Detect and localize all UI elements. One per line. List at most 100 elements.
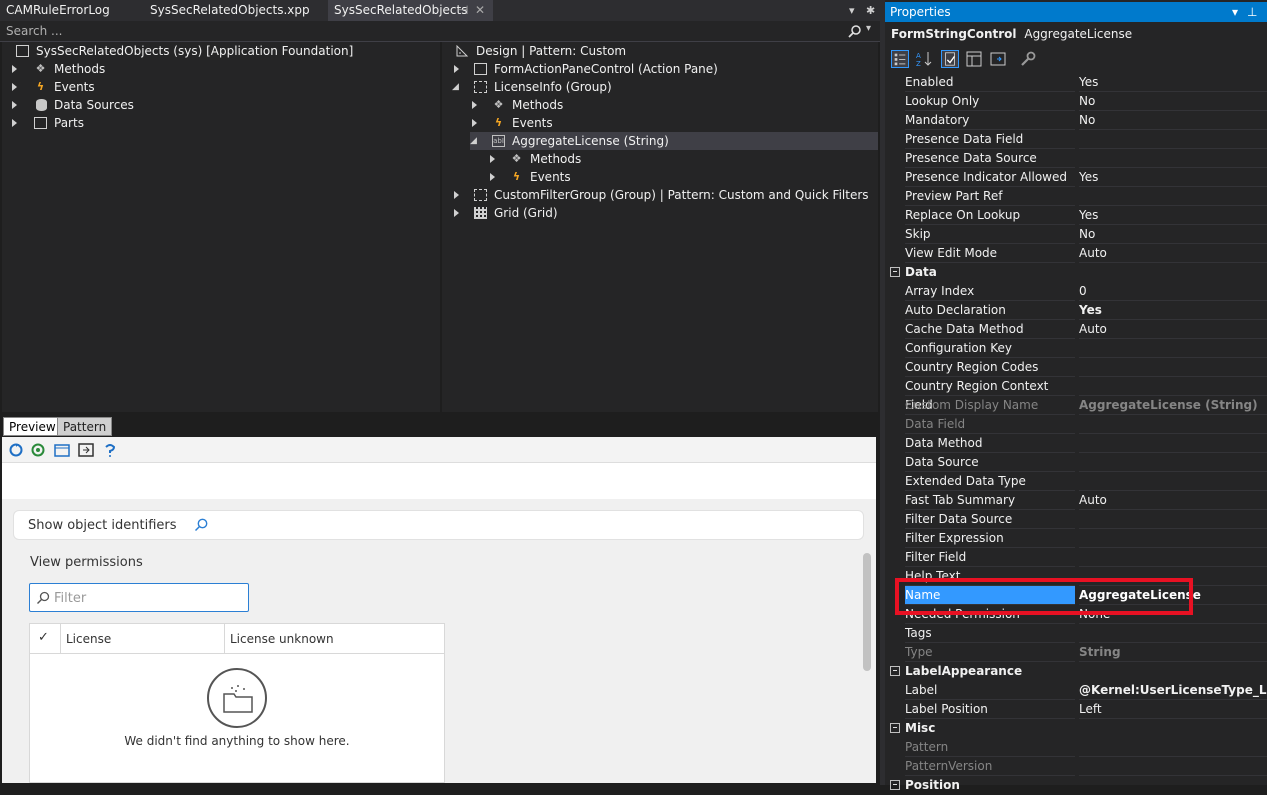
category-labelappearance[interactable]: LabelAppearance bbox=[889, 662, 1267, 681]
property-row[interactable]: Country Region Codes bbox=[889, 358, 1267, 377]
property-row[interactable]: Label@Kernel:UserLicenseType_Label bbox=[889, 681, 1267, 700]
property-value[interactable] bbox=[1079, 187, 1267, 206]
property-value[interactable] bbox=[1079, 130, 1267, 149]
category-data[interactable]: Data bbox=[889, 263, 1267, 282]
property-row[interactable]: Filter Expression bbox=[889, 529, 1267, 548]
help-icon[interactable] bbox=[102, 443, 118, 457]
solution-search-bar[interactable]: Search ... ▾ bbox=[0, 21, 880, 42]
tab-pattern[interactable]: Pattern bbox=[57, 417, 113, 436]
property-value[interactable] bbox=[1079, 738, 1267, 757]
search-icon[interactable] bbox=[194, 518, 208, 532]
dropdown-icon[interactable]: ▾ bbox=[1232, 2, 1238, 22]
property-value[interactable]: Auto bbox=[1079, 491, 1267, 510]
tab-preview[interactable]: Preview bbox=[3, 417, 62, 436]
property-value[interactable]: No bbox=[1079, 92, 1267, 111]
property-value[interactable] bbox=[1079, 339, 1267, 358]
property-row[interactable]: Presence Data Source bbox=[889, 149, 1267, 168]
expand-icon[interactable] bbox=[10, 96, 20, 114]
pin-icon[interactable]: ⊥ bbox=[1247, 2, 1257, 22]
property-row[interactable]: Type String bbox=[889, 643, 1267, 662]
property-row[interactable]: Tags bbox=[889, 624, 1267, 643]
property-value[interactable] bbox=[1079, 358, 1267, 377]
property-row[interactable]: Auto Declaration Yes bbox=[889, 301, 1267, 320]
tree-node-actionpane[interactable]: FormActionPaneControl (Action Pane) bbox=[452, 60, 872, 78]
vertical-scrollbar[interactable] bbox=[863, 553, 871, 671]
refresh-icon[interactable] bbox=[8, 443, 24, 457]
property-row[interactable]: Configuration Key bbox=[889, 339, 1267, 358]
export-icon[interactable] bbox=[78, 443, 94, 457]
property-row[interactable]: Array Index 0 bbox=[889, 282, 1267, 301]
property-value[interactable]: No bbox=[1079, 225, 1267, 244]
close-icon[interactable]: ✕ bbox=[475, 0, 485, 21]
property-row[interactable]: Filter Data Source bbox=[889, 510, 1267, 529]
property-row[interactable]: Preview Part Ref bbox=[889, 187, 1267, 206]
search-icon[interactable] bbox=[848, 25, 861, 38]
property-value[interactable]: 0 bbox=[1079, 282, 1267, 301]
property-value[interactable]: String bbox=[1079, 643, 1267, 662]
tree-node-licenseinfo[interactable]: ◢ LicenseInfo (Group) bbox=[452, 78, 872, 96]
property-value[interactable] bbox=[1079, 510, 1267, 529]
property-row[interactable]: Label Position Left bbox=[889, 700, 1267, 719]
property-value[interactable] bbox=[1079, 415, 1267, 434]
settings-icon[interactable]: ✱ bbox=[866, 0, 875, 21]
collapse-icon[interactable]: ◢ bbox=[470, 132, 477, 150]
property-value[interactable]: @Kernel:UserLicenseType_Label bbox=[1079, 681, 1267, 700]
collapse-icon[interactable] bbox=[890, 666, 900, 676]
expand-icon[interactable] bbox=[10, 78, 20, 96]
expand-icon[interactable] bbox=[488, 168, 498, 186]
property-value[interactable]: No bbox=[1079, 111, 1267, 130]
column-header-license[interactable]: License bbox=[66, 632, 111, 646]
property-row[interactable]: Data Field bbox=[889, 415, 1267, 434]
tab-dropdown-icon[interactable]: ▾ bbox=[849, 0, 855, 21]
property-row[interactable]: Lookup Only No bbox=[889, 92, 1267, 111]
column-header-license-unknown[interactable]: License unknown bbox=[230, 632, 334, 646]
property-pages-icon[interactable] bbox=[989, 50, 1007, 68]
sync-icon[interactable] bbox=[30, 443, 46, 457]
property-row[interactable]: Filter Field bbox=[889, 548, 1267, 567]
expand-icon[interactable] bbox=[10, 114, 20, 132]
expand-icon[interactable] bbox=[10, 60, 20, 78]
filter-input[interactable]: Filter bbox=[29, 583, 249, 612]
property-row[interactable]: Cache Data Method Auto bbox=[889, 320, 1267, 339]
property-value[interactable] bbox=[1079, 149, 1267, 168]
property-row[interactable]: Fast Tab Summary Auto bbox=[889, 491, 1267, 510]
property-row[interactable]: Replace On Lookup Yes bbox=[889, 206, 1267, 225]
sort-alphabetical-icon[interactable]: AZ bbox=[915, 50, 933, 68]
collapse-icon[interactable] bbox=[890, 780, 900, 790]
category-position[interactable]: Position bbox=[889, 776, 1267, 795]
expand-icon[interactable] bbox=[452, 186, 462, 204]
property-value[interactable]: Yes bbox=[1079, 73, 1267, 92]
property-value[interactable] bbox=[1079, 453, 1267, 472]
expand-icon[interactable] bbox=[452, 204, 462, 222]
property-row[interactable]: Presence Data Field bbox=[889, 130, 1267, 149]
property-value[interactable] bbox=[1079, 472, 1267, 491]
property-value[interactable] bbox=[1079, 548, 1267, 567]
property-value[interactable]: Yes bbox=[1079, 206, 1267, 225]
property-value[interactable]: AggregateLicense (String) bbox=[1079, 396, 1267, 415]
property-value[interactable]: Auto bbox=[1079, 244, 1267, 263]
search-input[interactable]: Search ... bbox=[6, 24, 62, 38]
property-value[interactable] bbox=[1079, 377, 1267, 396]
search-options-icon[interactable]: ▾ bbox=[866, 23, 871, 34]
property-value[interactable] bbox=[1079, 624, 1267, 643]
pin-icon[interactable]: ⊣ bbox=[458, 0, 468, 21]
property-row[interactable]: Data Source bbox=[889, 453, 1267, 472]
property-value[interactable]: Auto bbox=[1079, 320, 1267, 339]
property-row[interactable]: Custom Display Name AggregateLicense (Str… bbox=[889, 396, 1267, 415]
property-row[interactable]: Mandatory No bbox=[889, 111, 1267, 130]
tab-syssecrelatedobjects-xpp[interactable]: SysSecRelatedObjects.xpp bbox=[144, 0, 316, 21]
properties-view-icon[interactable] bbox=[941, 50, 959, 68]
property-value[interactable]: Left bbox=[1079, 700, 1267, 719]
property-value[interactable]: Yes bbox=[1079, 168, 1267, 187]
property-row[interactable]: Country Region Context Field bbox=[889, 377, 1267, 412]
property-row[interactable]: Pattern bbox=[889, 738, 1267, 757]
expand-icon[interactable] bbox=[452, 60, 462, 78]
expand-icon[interactable] bbox=[488, 150, 498, 168]
property-row[interactable]: Data Method bbox=[889, 434, 1267, 453]
wrench-icon[interactable] bbox=[1019, 50, 1037, 68]
expand-icon[interactable] bbox=[470, 114, 480, 132]
open-form-icon[interactable] bbox=[54, 443, 70, 457]
property-value[interactable] bbox=[1079, 529, 1267, 548]
collapse-icon[interactable] bbox=[890, 723, 900, 733]
property-row[interactable]: Skip No bbox=[889, 225, 1267, 244]
